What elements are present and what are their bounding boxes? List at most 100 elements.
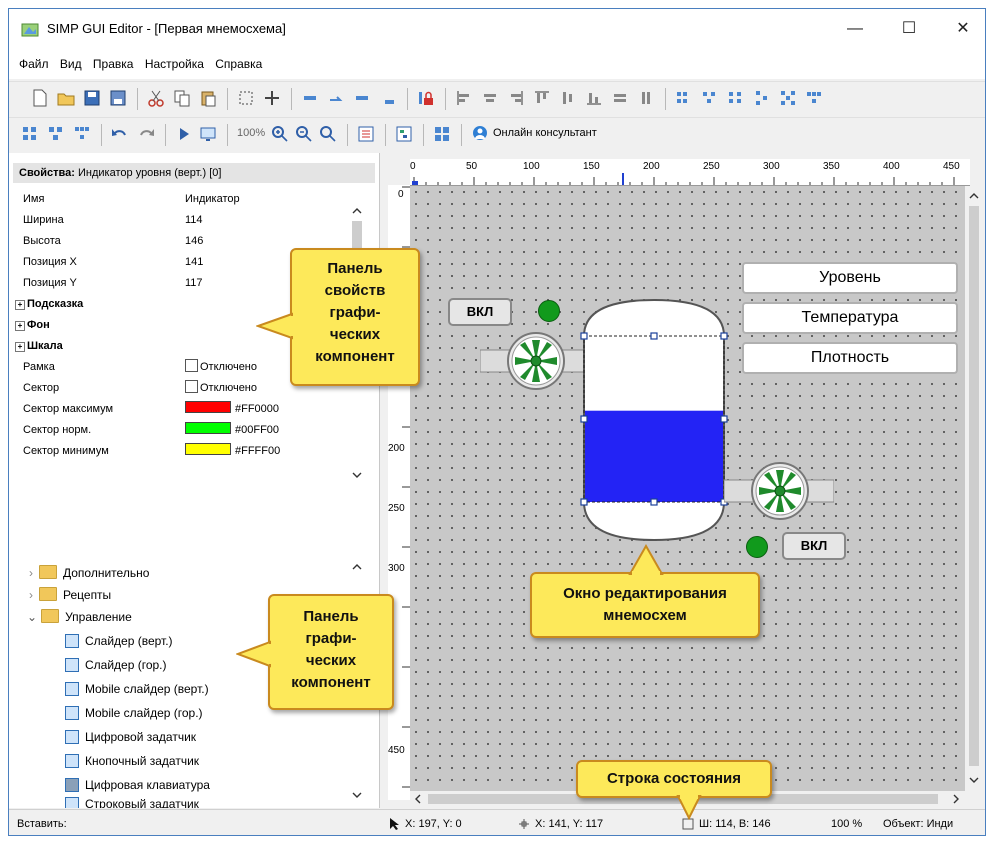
- color-swatch-green[interactable]: [185, 422, 231, 434]
- distribute-2-icon[interactable]: [701, 89, 719, 107]
- align-tool-1-icon[interactable]: [301, 89, 319, 107]
- align-left-icon[interactable]: [455, 89, 473, 107]
- expand-icon[interactable]: +: [15, 342, 25, 352]
- ruler-label: 300: [388, 563, 405, 574]
- tree-item-string-setter[interactable]: Строковый задатчик: [65, 797, 199, 808]
- tree-item-slider-vert[interactable]: Слайдер (верт.): [65, 631, 173, 651]
- callout-properties-panel: Панель свойств графи- ческих компонент: [290, 248, 420, 386]
- select-frame-icon[interactable]: [237, 89, 255, 107]
- tree-folder-recipes[interactable]: › Рецепты: [29, 585, 111, 605]
- align-tool-4-icon[interactable]: [379, 89, 397, 107]
- grid-dots-3-icon[interactable]: [73, 125, 91, 143]
- new-file-icon[interactable]: [31, 89, 49, 107]
- tree-item-mobile-slider-horiz[interactable]: Mobile слайдер (гор.): [65, 703, 203, 723]
- minimize-button[interactable]: —: [835, 15, 875, 43]
- menu-file[interactable]: Файл: [19, 57, 49, 71]
- callout-pointer: [256, 312, 293, 340]
- tank-level-indicator[interactable]: [578, 296, 730, 546]
- distribute-6-icon[interactable]: [805, 89, 823, 107]
- consultant-icon[interactable]: [471, 125, 489, 143]
- on-button-2[interactable]: ВКЛ: [782, 532, 846, 560]
- distribute-1-icon[interactable]: [675, 89, 693, 107]
- zoom-out-icon[interactable]: [295, 125, 313, 143]
- ruler-label: 100: [523, 161, 540, 172]
- vertical-slider-icon: [65, 634, 79, 648]
- indicator-lamp-1[interactable]: [538, 300, 560, 322]
- density-field[interactable]: Плотность: [742, 342, 958, 374]
- tree-scroll-down-icon[interactable]: [349, 789, 365, 803]
- menu-settings[interactable]: Настройка: [145, 57, 204, 71]
- grid-dots-2-icon[interactable]: [47, 125, 65, 143]
- consultant-link[interactable]: Онлайн консультант: [493, 127, 597, 139]
- editor-vertical-scrollbar[interactable]: [965, 186, 983, 791]
- tree-item-button-setter[interactable]: Кнопочный задатчик: [65, 751, 199, 771]
- right-pump[interactable]: [724, 462, 834, 522]
- maximize-button[interactable]: ☐: [889, 15, 929, 43]
- tree-scroll-up-icon[interactable]: [349, 559, 365, 573]
- menu-help[interactable]: Справка: [215, 57, 262, 71]
- ruler-label: 450: [943, 161, 960, 172]
- open-folder-icon[interactable]: [57, 89, 75, 107]
- paste-icon[interactable]: [199, 89, 217, 107]
- grid-tool-icon[interactable]: [263, 89, 281, 107]
- align-tool-3-icon[interactable]: [353, 89, 371, 107]
- frame-checkbox[interactable]: [185, 359, 198, 372]
- expand-icon[interactable]: +: [15, 321, 25, 331]
- monitor-icon[interactable]: [199, 125, 217, 143]
- align-center-icon[interactable]: [481, 89, 499, 107]
- tree-item-digital-setter[interactable]: Цифровой задатчик: [65, 727, 196, 747]
- level-field[interactable]: Уровень: [742, 262, 958, 294]
- grid-dots-1-icon[interactable]: [21, 125, 39, 143]
- callout-editor-window: Окно редактирования мнемосхем: [530, 572, 760, 638]
- tree-folder-control[interactable]: ⌄ Управление: [27, 607, 132, 627]
- on-button-1[interactable]: ВКЛ: [448, 298, 512, 326]
- distribute-5-icon[interactable]: [779, 89, 797, 107]
- temperature-field[interactable]: Температура: [742, 302, 958, 334]
- tree-item-digital-keyboard[interactable]: Цифровая клавиатура: [65, 775, 210, 795]
- same-width-icon[interactable]: [611, 89, 629, 107]
- color-swatch-red[interactable]: [185, 401, 231, 413]
- status-object: Объект: Инди: [883, 818, 954, 830]
- status-cursor: X: 197, Y: 0: [405, 818, 462, 830]
- redo-icon[interactable]: [137, 125, 155, 143]
- tree-folder-additional[interactable]: › Дополнительно: [29, 563, 149, 583]
- run-icon[interactable]: [175, 125, 193, 143]
- align-right-icon[interactable]: [507, 89, 525, 107]
- scroll-up-icon: [352, 208, 362, 214]
- align-top-icon[interactable]: [533, 89, 551, 107]
- undo-icon[interactable]: [111, 125, 129, 143]
- align-bottom-icon[interactable]: [585, 89, 603, 107]
- mnemonic-canvas[interactable]: ВКЛ Уровень Температура Плотность ВКЛ: [410, 186, 965, 791]
- indicator-lamp-2[interactable]: [746, 536, 768, 558]
- close-button[interactable]: ✕: [943, 15, 983, 43]
- status-insert: Вставить:: [17, 818, 67, 830]
- save-icon[interactable]: [83, 89, 101, 107]
- copy-icon[interactable]: [173, 89, 191, 107]
- align-tool-2-icon[interactable]: [327, 89, 345, 107]
- sector-checkbox[interactable]: [185, 380, 198, 393]
- left-pump[interactable]: [480, 332, 590, 392]
- properties-icon[interactable]: [357, 125, 375, 143]
- mobile-horizontal-slider-icon: [65, 706, 79, 720]
- distribute-4-icon[interactable]: [753, 89, 771, 107]
- lock-icon[interactable]: [417, 89, 435, 107]
- tree-item-slider-horiz[interactable]: Слайдер (гор.): [65, 655, 167, 675]
- cut-icon[interactable]: [147, 89, 165, 107]
- zoom-fit-icon[interactable]: [319, 125, 337, 143]
- tree-view-icon[interactable]: [395, 125, 413, 143]
- components-grid-icon[interactable]: [433, 125, 451, 143]
- save-as-icon[interactable]: [109, 89, 127, 107]
- same-height-icon[interactable]: [637, 89, 655, 107]
- align-middle-icon[interactable]: [559, 89, 577, 107]
- zoom-in-icon[interactable]: [271, 125, 289, 143]
- menu-view[interactable]: Вид: [60, 57, 82, 71]
- string-setter-icon: [65, 797, 79, 808]
- tree-item-mobile-slider-vert[interactable]: Mobile слайдер (верт.): [65, 679, 209, 699]
- editor-area: 0 50 100 150 200 250 300 350 400 450 0 2…: [382, 153, 985, 808]
- distribute-3-icon[interactable]: [727, 89, 745, 107]
- color-swatch-yellow[interactable]: [185, 443, 231, 455]
- menu-edit[interactable]: Правка: [93, 57, 134, 71]
- expand-icon[interactable]: +: [15, 300, 25, 310]
- properties-header-label: Свойства:: [19, 167, 75, 179]
- app-icon: [21, 23, 39, 37]
